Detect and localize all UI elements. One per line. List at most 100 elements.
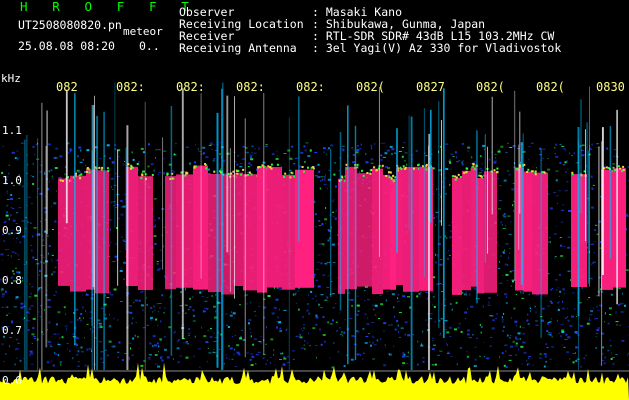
noise-speckle	[59, 361, 62, 364]
noise-speckle	[6, 199, 10, 200]
noise-speckle	[98, 327, 101, 329]
noise-speckle	[334, 162, 337, 164]
noise-speckle	[150, 163, 154, 166]
noise-speckle	[119, 301, 123, 302]
noise-speckle	[314, 201, 316, 204]
noise-speckle	[54, 266, 57, 268]
noise-speckle	[429, 313, 433, 315]
noise-speckle	[316, 356, 317, 359]
noise-speckle	[75, 308, 79, 311]
noise-speckle	[270, 362, 272, 364]
signal-block	[390, 178, 396, 290]
signal-fringe	[459, 176, 462, 178]
noise-speckle	[450, 355, 453, 357]
noise-speckle	[502, 274, 504, 276]
noise-speckle	[154, 354, 158, 356]
noise-speckle	[505, 302, 508, 304]
noise-speckle	[231, 358, 234, 360]
noise-speckle	[314, 295, 317, 297]
noise-speckle	[249, 358, 252, 361]
noise-speckle	[299, 336, 303, 339]
file-name: UT2508080820.pn	[18, 18, 122, 32]
noise-speckle	[449, 161, 452, 164]
noise-speckle	[122, 239, 125, 241]
noise-speckle	[332, 211, 335, 213]
noise-speckle	[544, 355, 547, 358]
noise-speckle	[621, 340, 625, 341]
noise-speckle	[444, 235, 446, 238]
noise-speckle	[305, 142, 309, 144]
noise-speckle	[202, 146, 206, 149]
noise-speckle	[561, 307, 565, 310]
noise-speckle	[356, 353, 360, 356]
noise-speckle	[156, 269, 160, 272]
noise-speckle	[503, 312, 505, 315]
noise-speckle	[543, 353, 547, 355]
noise-speckle	[5, 249, 7, 251]
noise-speckle	[564, 317, 567, 319]
signal-fringe	[132, 166, 134, 169]
noise-speckle	[449, 236, 453, 239]
signal-block	[613, 168, 626, 288]
noise-speckle	[488, 158, 491, 161]
noise-speckle	[166, 356, 170, 359]
noise-speckle	[30, 286, 34, 288]
noise-speckle	[320, 343, 323, 346]
noise-speckle	[138, 169, 139, 171]
noise-speckle	[67, 348, 69, 350]
noise-speckle	[38, 311, 40, 313]
signal-fringe	[619, 167, 622, 170]
noise-speckle	[134, 299, 138, 302]
noise-speckle	[86, 323, 89, 325]
noise-speckle	[34, 294, 38, 297]
noise-speckle	[401, 155, 404, 158]
noise-speckle	[478, 172, 482, 174]
signal-block	[338, 178, 345, 294]
noise-speckle	[164, 307, 166, 309]
noise-speckle	[239, 166, 243, 168]
noise-speckle	[22, 318, 24, 321]
noise-speckle	[110, 241, 112, 244]
noise-speckle	[146, 303, 148, 306]
signal-fringe	[130, 167, 132, 170]
signal-fringe	[204, 163, 207, 165]
noise-speckle	[445, 168, 449, 170]
noise-speckle	[571, 315, 575, 318]
noise-speckle	[325, 207, 327, 209]
noise-speckle	[588, 317, 590, 320]
frequency-label: 0.9	[2, 224, 22, 237]
noise-speckle	[48, 344, 52, 346]
noise-speckle	[461, 163, 464, 166]
signal-fringe	[86, 170, 88, 173]
noise-speckle	[80, 346, 83, 349]
noise-speckle	[440, 332, 441, 334]
noise-speckle	[250, 364, 254, 366]
noise-speckle	[488, 301, 490, 304]
noise-speckle	[504, 249, 505, 251]
signal-fringe	[534, 173, 537, 176]
noise-speckle	[295, 292, 297, 294]
noise-speckle	[303, 327, 305, 329]
noise-speckle	[32, 183, 35, 185]
noise-speckle	[307, 155, 311, 157]
noise-speckle	[615, 311, 617, 314]
noise-speckle	[249, 154, 253, 156]
noise-speckle	[213, 341, 217, 342]
noise-speckle	[99, 158, 102, 160]
noise-speckle	[507, 169, 509, 172]
noise-speckle	[51, 229, 54, 230]
noise-speckle	[549, 358, 552, 360]
noise-speckle	[77, 350, 80, 353]
noise-speckle	[10, 194, 13, 196]
noise-speckle	[265, 343, 267, 345]
signal-fringe	[213, 170, 216, 173]
noise-speckle	[581, 286, 583, 289]
noise-speckle	[509, 337, 511, 339]
signal-fringe	[98, 166, 101, 169]
noise-speckle	[163, 312, 165, 314]
noise-speckle	[551, 318, 553, 320]
noise-speckle	[314, 165, 317, 167]
signal-block	[524, 171, 532, 292]
noise-speckle	[565, 171, 568, 173]
noise-speckle	[364, 300, 366, 301]
